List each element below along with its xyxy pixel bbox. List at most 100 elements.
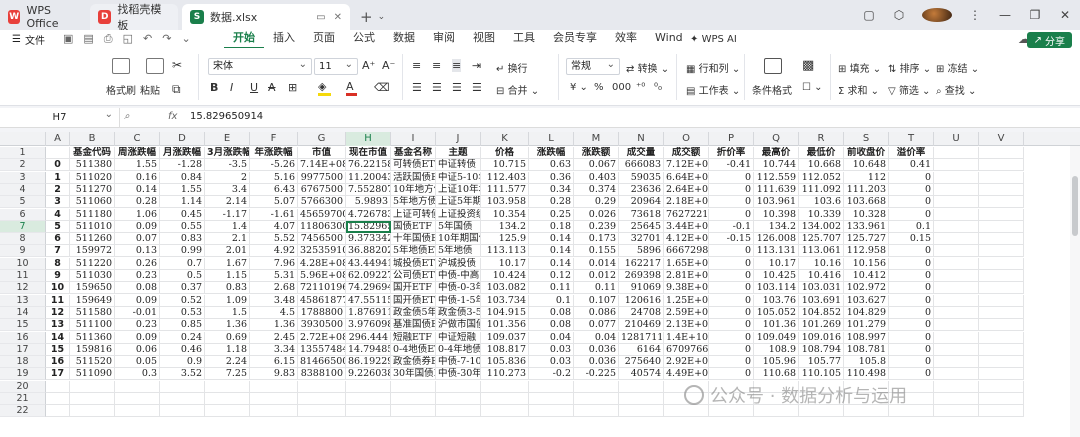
table-cell[interactable]: 0.28 — [115, 196, 160, 209]
table-cell[interactable]: 105.96 — [754, 356, 799, 369]
table-cell[interactable]: 6.15 — [250, 356, 298, 369]
row-header[interactable]: 10 — [0, 257, 46, 270]
table-cell[interactable]: 0 — [709, 343, 754, 356]
table-cell[interactable]: 102.972 — [844, 282, 889, 295]
table-cell[interactable]: 45861877 — [298, 294, 346, 307]
table-cell[interactable]: 2.72E+08 — [298, 331, 346, 344]
table-cell[interactable] — [70, 393, 115, 405]
table-cell[interactable] — [979, 196, 1024, 209]
tab-file[interactable]: S 数据.xlsx ▭ ✕ — [182, 4, 350, 30]
table-cell[interactable]: 0 — [46, 159, 70, 172]
vertical-scrollbar[interactable] — [1070, 146, 1080, 437]
table-cell[interactable]: 上证5年期 — [436, 196, 481, 209]
column-header[interactable]: N — [619, 132, 664, 146]
table-cell[interactable]: 109.037 — [481, 331, 529, 344]
table-cell[interactable]: 9.373342 — [346, 233, 391, 246]
table-cell[interactable]: 6 — [46, 233, 70, 246]
monitor-icon[interactable]: ▭ — [316, 12, 325, 23]
header-cell[interactable] — [46, 147, 70, 159]
table-cell[interactable]: 中债-7-10年 — [436, 356, 481, 369]
table-cell[interactable]: 112 — [844, 171, 889, 184]
table-cell[interactable]: 101.356 — [481, 319, 529, 332]
table-cell[interactable]: 1.876911 — [346, 306, 391, 319]
row-header[interactable]: 7 — [0, 220, 46, 233]
table-cell[interactable] — [979, 208, 1024, 221]
table-cell[interactable]: -0.1 — [709, 220, 754, 233]
table-cell[interactable] — [205, 393, 250, 405]
table-cell[interactable] — [346, 393, 391, 405]
new-tab-button[interactable]: + ⌄ — [360, 4, 385, 30]
table-cell[interactable]: 133.961 — [844, 220, 889, 233]
column-header[interactable]: F — [250, 132, 298, 146]
menu-member[interactable]: 会员专享 — [544, 29, 606, 49]
align-left-icon[interactable]: ☰ — [412, 81, 422, 94]
name-box[interactable]: H7 — [0, 105, 120, 128]
table-cell[interactable]: 0-4年地债 — [436, 343, 481, 356]
table-cell[interactable]: 中证短融 — [436, 331, 481, 344]
table-cell[interactable] — [934, 294, 979, 307]
underline-icon[interactable]: U — [250, 81, 258, 94]
column-header[interactable]: U — [934, 132, 979, 146]
table-cell[interactable] — [979, 331, 1024, 344]
table-cell[interactable]: 基准国债ETF — [391, 319, 436, 332]
row-header[interactable]: 1 — [0, 147, 46, 159]
table-cell[interactable]: 73618 — [619, 208, 664, 221]
table-cell[interactable]: 0.23 — [115, 319, 160, 332]
table-cell[interactable]: 11.20043 — [346, 171, 391, 184]
table-cell[interactable]: 政金债5年 — [391, 306, 436, 319]
row-header[interactable]: 2 — [0, 159, 46, 172]
table-cell[interactable]: 10年期国债 — [436, 233, 481, 246]
table-cell[interactable]: 2 — [46, 183, 70, 196]
table-cell[interactable]: 159972 — [70, 245, 115, 258]
table-cell[interactable]: 0 — [709, 306, 754, 319]
table-cell[interactable]: 11 — [46, 294, 70, 307]
table-cell[interactable]: 0 — [709, 183, 754, 196]
table-cell[interactable]: 105.052 — [754, 306, 799, 319]
avatar[interactable] — [922, 8, 952, 22]
bold-icon[interactable]: B — [210, 81, 218, 94]
table-cell[interactable]: 1.55 — [115, 159, 160, 172]
table-cell[interactable]: 0.26 — [115, 257, 160, 270]
table-cell[interactable]: 6.64E+08 — [664, 171, 709, 184]
table-cell[interactable]: 0.036 — [574, 343, 619, 356]
table-cell[interactable]: 5766300 — [298, 196, 346, 209]
table-cell[interactable]: 111.639 — [754, 183, 799, 196]
table-cell[interactable] — [46, 393, 70, 405]
column-header[interactable]: H — [346, 132, 391, 146]
table-cell[interactable]: 112.559 — [754, 171, 799, 184]
table-cell[interactable]: 8 — [46, 257, 70, 270]
table-cell[interactable]: 0.23 — [115, 270, 160, 282]
export-pdf-icon[interactable]: ▤ — [83, 32, 93, 46]
table-cell[interactable]: 0 — [709, 245, 754, 258]
align-bottom-icon[interactable]: ≡ — [452, 59, 462, 72]
table-cell[interactable]: 103.958 — [481, 196, 529, 209]
table-cell[interactable]: 2.14 — [205, 196, 250, 209]
table-cell[interactable]: 10.668 — [799, 159, 844, 172]
column-header[interactable]: J — [436, 132, 481, 146]
table-cell[interactable]: 5.31 — [250, 270, 298, 282]
table-cell[interactable]: 0.09 — [115, 220, 160, 233]
table-cell[interactable]: 0 — [709, 294, 754, 307]
row-header[interactable]: 6 — [0, 208, 46, 221]
table-cell[interactable]: 9.226038 — [346, 368, 391, 381]
table-cell[interactable]: 17 — [46, 368, 70, 381]
table-cell[interactable]: 0.55 — [160, 220, 205, 233]
table-cell[interactable]: 125.9 — [481, 233, 529, 246]
table-cell[interactable]: 104.915 — [481, 306, 529, 319]
table-cell[interactable]: 269398 — [619, 270, 664, 282]
table-cell[interactable] — [391, 393, 436, 405]
table-cell[interactable]: 上证可转债 — [391, 208, 436, 221]
select-all-corner[interactable] — [0, 132, 46, 146]
table-cell[interactable]: 10.339 — [799, 208, 844, 221]
table-cell[interactable]: 108.781 — [844, 343, 889, 356]
table-cell[interactable] — [391, 380, 436, 393]
table-cell[interactable]: 5 — [46, 220, 70, 233]
table-cell[interactable] — [619, 405, 664, 418]
table-cell[interactable]: 0 — [889, 331, 934, 344]
table-cell[interactable]: 10.648 — [844, 159, 889, 172]
table-cell[interactable] — [934, 405, 979, 418]
table-cell[interactable]: 0.14 — [115, 183, 160, 196]
table-cell[interactable]: -0.225 — [574, 368, 619, 381]
table-cell[interactable] — [979, 257, 1024, 270]
table-cell[interactable]: 中证5-10年 — [436, 171, 481, 184]
